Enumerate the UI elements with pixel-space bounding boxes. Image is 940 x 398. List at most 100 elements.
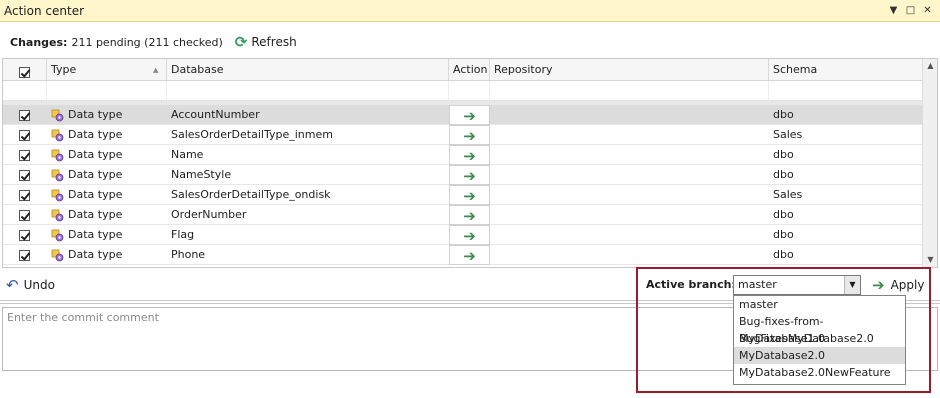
action-cell[interactable]: ➔ [449, 205, 490, 225]
scroll-up-icon[interactable]: ▲ [923, 59, 937, 73]
dropdown-menu-icon[interactable]: ▼ [887, 3, 900, 17]
action-cell[interactable]: ➔ [449, 245, 490, 265]
row-checkbox[interactable] [3, 185, 47, 205]
data-type-icon [51, 149, 64, 161]
action-cell[interactable]: ➔ [449, 165, 490, 185]
database-cell: SalesOrderDetailType_inmem [171, 128, 333, 141]
action-cell[interactable]: ➔ [449, 225, 490, 245]
row-checkbox[interactable] [3, 245, 47, 265]
schema-cell: dbo [773, 108, 794, 121]
active-branch-value: master [738, 278, 777, 291]
column-repository[interactable]: Repository [490, 59, 769, 81]
column-type[interactable]: Type ▲ [47, 59, 167, 81]
column-action-label: Action [453, 63, 488, 76]
branch-option[interactable]: master [734, 296, 905, 313]
table-row[interactable]: Data type Phone ➔ dbo [3, 245, 923, 265]
column-action[interactable]: Action [449, 59, 490, 81]
table-row[interactable]: Data type OrderNumber ➔ dbo [3, 205, 923, 225]
branch-option[interactable]: MyDatabase2.0 [734, 347, 905, 364]
type-label: Data type [68, 248, 123, 261]
schema-cell: dbo [773, 168, 794, 181]
action-cell[interactable]: ➔ [449, 105, 490, 125]
arrow-right-icon: ➔ [463, 107, 476, 125]
database-cell: Flag [171, 228, 195, 241]
arrow-right-icon: ➔ [463, 167, 476, 185]
row-checkbox[interactable] [3, 125, 47, 145]
apply-label: Apply [890, 278, 925, 292]
database-cell: AccountNumber [171, 108, 260, 121]
repository-cell [490, 125, 769, 145]
undo-icon: ↶ [6, 276, 19, 294]
grid-rows: Data type AccountNumber ➔ dbo Data type Sales… [3, 105, 923, 265]
column-database[interactable]: Database [167, 59, 449, 81]
undo-button[interactable]: ↶ Undo [6, 276, 55, 294]
arrow-right-icon: ➔ [463, 227, 476, 245]
type-cell: Data type [47, 245, 167, 265]
vertical-scrollbar[interactable]: ▲ ▼ [922, 59, 937, 267]
grid-header: Type ▲ Database Action Repository Schema [3, 59, 923, 81]
schema-cell: dbo [773, 148, 794, 161]
repository-cell [490, 225, 769, 245]
column-schema-label: Schema [773, 63, 818, 76]
branch-option[interactable]: Bug-fixes-from-MyDatabase1.0 [734, 313, 905, 345]
commit-comment-placeholder: Enter the commit comment [7, 311, 159, 324]
action-cell[interactable]: ➔ [449, 145, 490, 165]
toolbar: Changes: 211 pending (211 checked) ⟳ Ref… [0, 32, 600, 52]
title-bar: Action center ▼ □ ✕ [0, 0, 940, 22]
type-cell: Data type [47, 125, 167, 145]
filter-row[interactable] [3, 81, 923, 101]
row-checkbox[interactable] [3, 105, 47, 125]
scroll-down-icon[interactable]: ▼ [923, 253, 937, 267]
table-row[interactable]: Data type NameStyle ➔ dbo [3, 165, 923, 185]
active-branch-select[interactable]: master ▼ [733, 275, 861, 295]
undo-label: Undo [23, 278, 55, 292]
row-checkbox[interactable] [3, 165, 47, 185]
maximize-icon[interactable]: □ [904, 3, 917, 17]
schema-cell: dbo [773, 228, 794, 241]
refresh-button[interactable]: ⟳ Refresh [235, 33, 297, 51]
table-row[interactable]: Data type SalesOrderDetailType_inmem ➔ Sale… [3, 125, 923, 145]
action-cell[interactable]: ➔ [449, 125, 490, 145]
table-row[interactable]: Data type AccountNumber ➔ dbo [3, 105, 923, 125]
schema-cell: dbo [773, 208, 794, 221]
refresh-label: Refresh [251, 35, 297, 49]
data-type-icon [51, 109, 64, 121]
repository-cell [490, 185, 769, 205]
row-checkbox[interactable] [3, 225, 47, 245]
table-row[interactable]: Data type Name ➔ dbo [3, 145, 923, 165]
arrow-right-icon: ➔ [463, 187, 476, 205]
table-row[interactable]: Data type SalesOrderDetailType_ondisk ➔ Sal… [3, 185, 923, 205]
arrow-right-icon: ➔ [463, 207, 476, 225]
branch-option[interactable]: MyDatabase2.0NewFeature [734, 364, 905, 381]
window-title: Action center [4, 3, 85, 18]
repository-cell [490, 105, 769, 125]
select-all-checkbox[interactable] [3, 59, 47, 81]
repository-cell [490, 205, 769, 225]
apply-button[interactable]: ➔ Apply [872, 276, 924, 294]
close-icon[interactable]: ✕ [921, 3, 934, 17]
action-cell[interactable]: ➔ [449, 185, 490, 205]
type-label: Data type [68, 168, 123, 181]
column-schema[interactable]: Schema [769, 59, 923, 81]
data-type-icon [51, 169, 64, 181]
type-cell: Data type [47, 145, 167, 165]
changes-count: 211 pending (211 checked) [71, 35, 223, 49]
sort-ascending-icon: ▲ [153, 66, 159, 74]
database-cell: OrderNumber [171, 208, 247, 221]
row-checkbox[interactable] [3, 205, 47, 225]
branch-option[interactable]: BugFixesMyDatabase2.0 [734, 330, 905, 347]
branch-dropdown-list: master Bug-fixes-from-MyDatabase1.0 BugFix… [733, 295, 906, 385]
active-branch-label: Active branch: [646, 278, 736, 291]
table-row[interactable]: Data type Flag ➔ dbo [3, 225, 923, 245]
column-type-label: Type [51, 63, 77, 76]
chevron-down-icon[interactable]: ▼ [844, 276, 860, 294]
arrow-right-icon: ➔ [872, 276, 885, 294]
type-cell: Data type [47, 105, 167, 125]
repository-cell [490, 245, 769, 265]
schema-cell: dbo [773, 248, 794, 261]
type-label: Data type [68, 108, 123, 121]
changes-grid: Type ▲ Database Action Repository Schema… [2, 58, 938, 268]
database-cell: Name [171, 148, 204, 161]
type-cell: Data type [47, 205, 167, 225]
row-checkbox[interactable] [3, 145, 47, 165]
